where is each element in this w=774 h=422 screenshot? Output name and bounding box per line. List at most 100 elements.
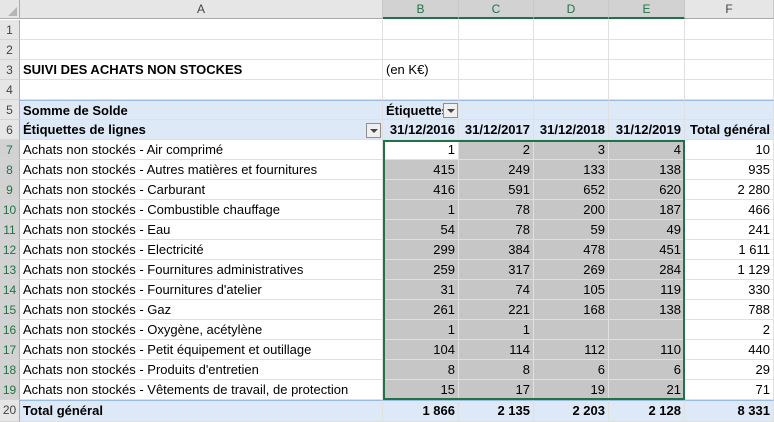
value-cell[interactable]: 10 — [685, 140, 774, 160]
value-cell[interactable]: 466 — [685, 200, 774, 220]
value-cell[interactable]: 330 — [685, 280, 774, 300]
value-cell[interactable]: 3 — [534, 140, 609, 160]
value-cell[interactable]: 249 — [459, 160, 534, 180]
value-cell[interactable]: 8 — [383, 360, 459, 380]
row-header-5[interactable]: 5 — [0, 100, 20, 120]
value-cell[interactable]: 478 — [534, 240, 609, 260]
value-cell[interactable]: 49 — [609, 220, 685, 240]
row-label[interactable]: Achats non stockés - Electricité — [20, 240, 383, 260]
header-band-cell[interactable] — [609, 100, 685, 120]
values-label[interactable]: Somme de Solde — [20, 100, 383, 120]
value-cell[interactable]: 15 — [383, 380, 459, 400]
empty-cell[interactable] — [609, 60, 685, 80]
empty-cell[interactable] — [20, 40, 383, 60]
header-band-cell[interactable] — [685, 100, 774, 120]
report-title[interactable]: SUIVI DES ACHATS NON STOCKES — [20, 60, 383, 80]
value-cell[interactable]: 241 — [685, 220, 774, 240]
row-header-17[interactable]: 17 — [0, 340, 20, 360]
empty-cell[interactable] — [383, 40, 459, 60]
row-header-9[interactable]: 9 — [0, 180, 20, 200]
spreadsheet-grid[interactable]: A B C D E F 1 2 3 4 5 6 7 8 9 10 11 12 13 14 15 16 17 18 19 20 SUI… — [0, 0, 774, 422]
row-header-11[interactable]: 11 — [0, 220, 20, 240]
value-cell[interactable]: 440 — [685, 340, 774, 360]
row-header-12[interactable]: 12 — [0, 240, 20, 260]
column-header-f[interactable]: F — [685, 0, 774, 19]
row-filter-dropdown-icon[interactable] — [366, 123, 381, 138]
value-cell[interactable]: 4 — [609, 140, 685, 160]
grand-total-value[interactable]: 2 203 — [534, 400, 609, 422]
value-cell[interactable]: 2 280 — [685, 180, 774, 200]
empty-cell[interactable] — [685, 20, 774, 40]
value-cell[interactable]: 78 — [459, 220, 534, 240]
row-header-14[interactable]: 14 — [0, 280, 20, 300]
empty-cell[interactable] — [609, 20, 685, 40]
column-filter-dropdown-icon[interactable] — [443, 103, 458, 118]
value-cell[interactable]: 168 — [534, 300, 609, 320]
value-cell[interactable]: 284 — [609, 260, 685, 280]
value-cell[interactable]: 133 — [534, 160, 609, 180]
value-cell[interactable]: 221 — [459, 300, 534, 320]
value-cell[interactable]: 591 — [459, 180, 534, 200]
value-cell[interactable]: 29 — [685, 360, 774, 380]
value-cell[interactable]: 451 — [609, 240, 685, 260]
value-cell[interactable]: 114 — [459, 340, 534, 360]
empty-cell[interactable] — [534, 20, 609, 40]
row-header-8[interactable]: 8 — [0, 160, 20, 180]
row-label[interactable]: Achats non stockés - Eau — [20, 220, 383, 240]
row-header-4[interactable]: 4 — [0, 80, 20, 100]
column-header-value[interactable]: 31/12/2019 — [609, 120, 685, 140]
value-cell[interactable]: 138 — [609, 300, 685, 320]
value-cell[interactable] — [534, 320, 609, 340]
value-cell[interactable]: 6 — [609, 360, 685, 380]
value-cell[interactable]: 269 — [534, 260, 609, 280]
empty-cell[interactable] — [685, 40, 774, 60]
column-header-c[interactable]: C — [459, 0, 534, 19]
value-cell[interactable]: 384 — [459, 240, 534, 260]
value-cell[interactable]: 299 — [383, 240, 459, 260]
row-header-19[interactable]: 19 — [0, 380, 20, 400]
row-label[interactable]: Achats non stockés - Fournitures d'ateli… — [20, 280, 383, 300]
row-header-10[interactable]: 10 — [0, 200, 20, 220]
column-header-e[interactable]: E — [609, 0, 685, 19]
grand-total-label[interactable]: Total général — [20, 400, 383, 422]
column-header-value[interactable]: Total général — [685, 120, 774, 140]
value-cell[interactable]: 2 — [459, 140, 534, 160]
value-cell[interactable]: 935 — [685, 160, 774, 180]
value-cell[interactable]: 1 — [383, 140, 459, 160]
row-header-2[interactable]: 2 — [0, 40, 20, 60]
value-cell[interactable]: 2 — [685, 320, 774, 340]
column-header-a[interactable]: A — [20, 0, 383, 19]
value-cell[interactable]: 1 611 — [685, 240, 774, 260]
row-header-1[interactable]: 1 — [0, 20, 20, 40]
value-cell[interactable]: 788 — [685, 300, 774, 320]
value-cell[interactable]: 8 — [459, 360, 534, 380]
value-cell[interactable]: 54 — [383, 220, 459, 240]
row-labels-header[interactable]: Étiquettes de lignes — [20, 120, 383, 140]
empty-cell[interactable] — [459, 80, 534, 100]
row-header-6[interactable]: 6 — [0, 120, 20, 140]
header-band-cell[interactable] — [534, 100, 609, 120]
value-cell[interactable]: 6 — [534, 360, 609, 380]
row-label[interactable]: Achats non stockés - Produits d'entretie… — [20, 360, 383, 380]
row-label[interactable]: Achats non stockés - Autres matières et … — [20, 160, 383, 180]
value-cell[interactable]: 652 — [534, 180, 609, 200]
empty-cell[interactable] — [383, 20, 459, 40]
unit-label[interactable]: (en K€) — [383, 60, 459, 80]
value-cell[interactable]: 1 — [383, 200, 459, 220]
row-label[interactable]: Achats non stockés - Fournitures adminis… — [20, 260, 383, 280]
row-header-18[interactable]: 18 — [0, 360, 20, 380]
row-label[interactable]: Achats non stockés - Petit équipement et… — [20, 340, 383, 360]
row-header-7[interactable]: 7 — [0, 140, 20, 160]
value-cell[interactable] — [609, 320, 685, 340]
value-cell[interactable]: 138 — [609, 160, 685, 180]
value-cell[interactable]: 1 — [459, 320, 534, 340]
value-cell[interactable]: 620 — [609, 180, 685, 200]
grand-total-value[interactable]: 8 331 — [685, 400, 774, 422]
empty-cell[interactable] — [685, 80, 774, 100]
value-cell[interactable]: 261 — [383, 300, 459, 320]
value-cell[interactable]: 19 — [534, 380, 609, 400]
row-header-13[interactable]: 13 — [0, 260, 20, 280]
row-label[interactable]: Achats non stockés - Gaz — [20, 300, 383, 320]
column-header-value[interactable]: 31/12/2018 — [534, 120, 609, 140]
column-header-b[interactable]: B — [383, 0, 459, 19]
